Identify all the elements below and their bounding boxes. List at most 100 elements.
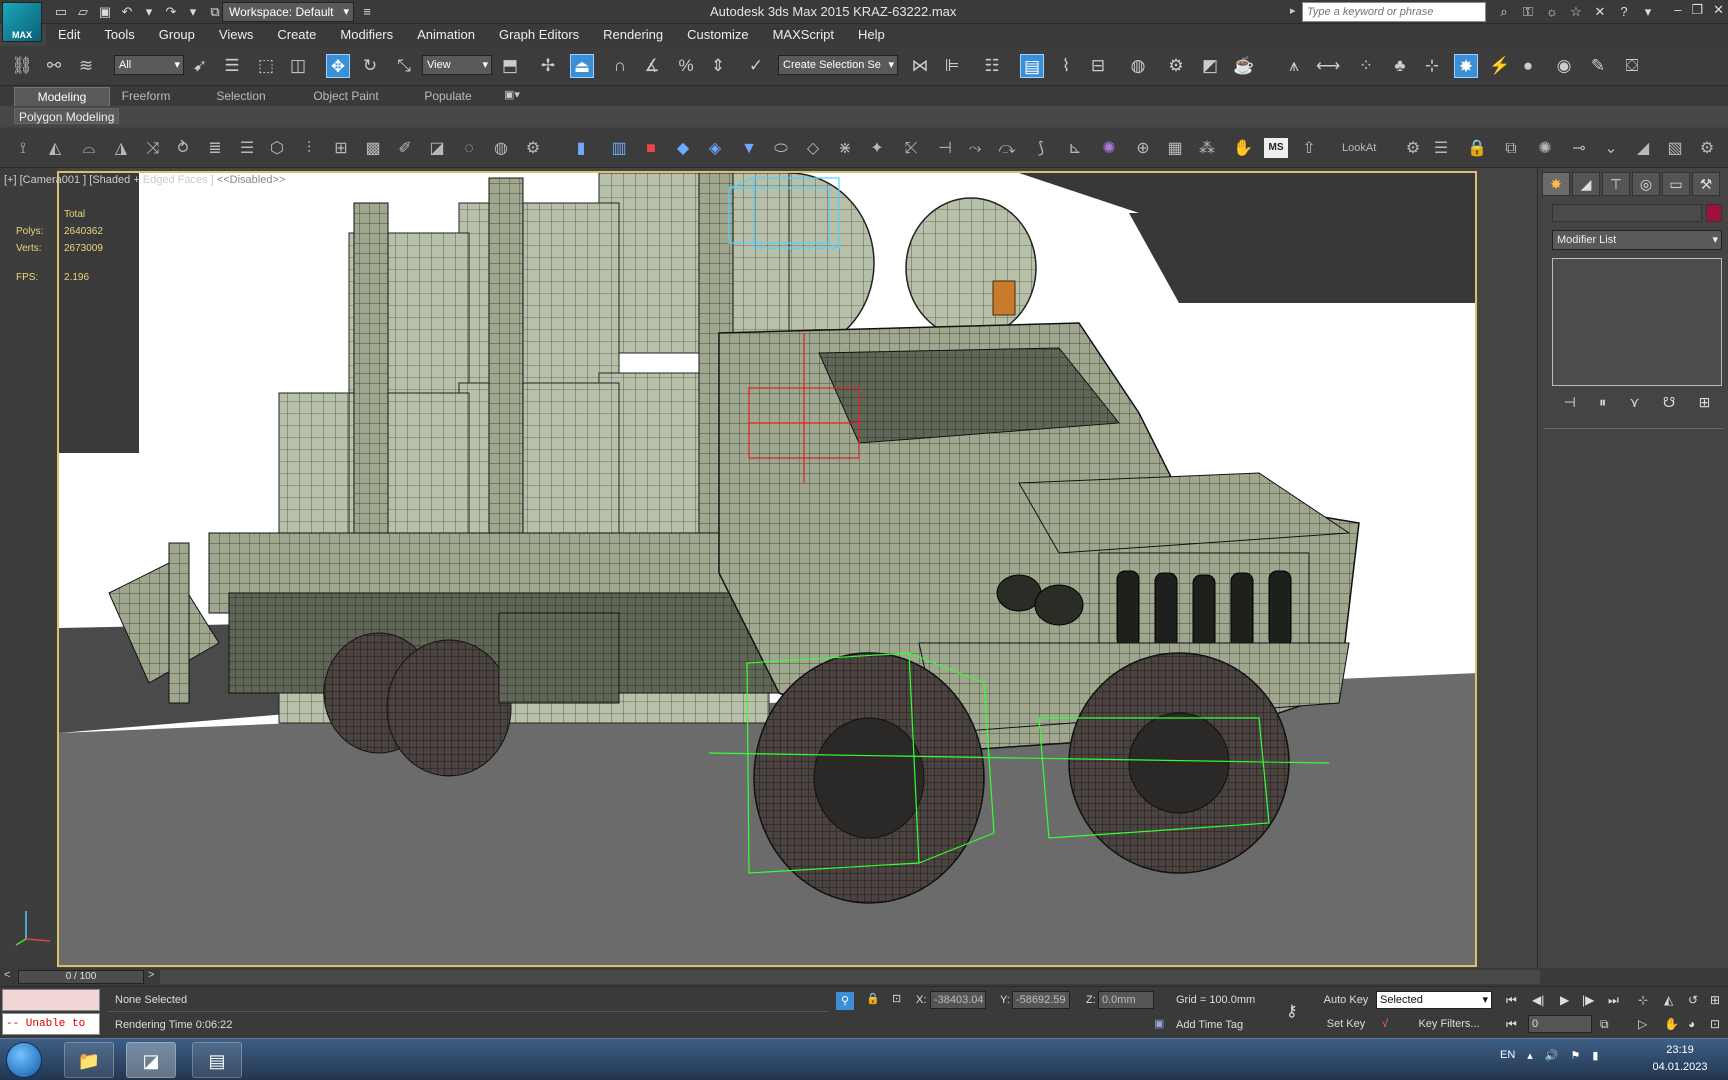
paint-icon[interactable]: ✎: [1586, 54, 1610, 78]
time-prev-icon[interactable]: <: [4, 969, 10, 981]
configure-modifier-sets-icon[interactable]: ⊞: [1699, 394, 1711, 411]
key-mode-toggle-icon[interactable]: ⏮: [1506, 1017, 1517, 1032]
help-dropdown-icon[interactable]: ▾: [1639, 3, 1657, 21]
align-icon[interactable]: ⊫: [940, 54, 964, 78]
maxscript-ms-icon[interactable]: MS: [1264, 138, 1288, 158]
close-icon[interactable]: ✕: [1713, 2, 1724, 18]
tool-pivot-icon[interactable]: ⊸: [1568, 138, 1590, 160]
select-rotate-icon[interactable]: ↻: [358, 54, 382, 78]
mirror-icon[interactable]: ⋈: [908, 54, 932, 78]
tool-tube-icon[interactable]: ▥: [608, 138, 630, 160]
helper-icon[interactable]: ⊹: [1420, 54, 1444, 78]
tab-freeform[interactable]: Freeform: [106, 87, 186, 106]
y-coord-field[interactable]: -58692.59: [1012, 991, 1070, 1009]
exchange-icon[interactable]: ✕: [1591, 3, 1609, 21]
selection-lock-icon[interactable]: 🔒: [866, 992, 880, 1005]
tool-morph-icon[interactable]: ◌: [458, 138, 480, 160]
tool-shell-icon[interactable]: ◭: [44, 138, 66, 160]
angle-snap-icon[interactable]: ∡: [640, 54, 664, 78]
volume-icon[interactable]: 🔊: [1545, 1049, 1559, 1062]
menu-views[interactable]: Views: [207, 24, 265, 46]
motion-tab-icon[interactable]: ◎: [1632, 172, 1660, 196]
save-file-icon[interactable]: ▣: [96, 3, 114, 21]
tool-lattice-icon[interactable]: ⋇: [834, 138, 856, 160]
menu-customize[interactable]: Customize: [675, 24, 760, 46]
select-scale-icon[interactable]: ⤡: [392, 54, 416, 78]
network-icon[interactable]: ⚑: [1571, 1049, 1581, 1062]
create-tab-icon[interactable]: ✸: [1542, 172, 1570, 196]
hierarchy-tab-icon[interactable]: ⊤: [1602, 172, 1630, 196]
viewport-label-main[interactable]: [+] [Camera001 ] [Shaded + Edged Faces ]: [4, 174, 214, 186]
auto-key-button[interactable]: Auto Key: [1320, 990, 1372, 1010]
tree-icon[interactable]: ♣: [1388, 54, 1412, 78]
workspace-dropdown[interactable]: Workspace: Default: [222, 2, 354, 22]
sun-light-icon[interactable]: ✸: [1454, 54, 1478, 78]
tool-target-icon[interactable]: ⊕: [1132, 138, 1154, 160]
tool-layers-icon[interactable]: ☰: [236, 138, 258, 160]
pivot-center-icon[interactable]: ⬒: [498, 54, 522, 78]
open-file-icon[interactable]: ▱: [74, 3, 92, 21]
unlink-icon[interactable]: ⚯: [42, 54, 66, 78]
tool-stack-icon[interactable]: ≣: [204, 138, 226, 160]
measure-icon[interactable]: ⟷: [1316, 54, 1340, 78]
undo-dropdown-icon[interactable]: ▾: [140, 3, 158, 21]
tool-checker-icon[interactable]: ▩: [362, 138, 384, 160]
wand-icon[interactable]: ⚡: [1488, 54, 1512, 78]
create-tool-icon[interactable]: ⩚: [1282, 54, 1306, 78]
utilities-tab-icon[interactable]: ⚒: [1692, 172, 1720, 196]
time-tag-icon[interactable]: ▣: [1154, 1017, 1164, 1030]
tool-cone-icon[interactable]: ▼: [738, 138, 760, 160]
scene-render[interactable]: [59, 173, 1477, 967]
go-to-end-icon[interactable]: ⏭: [1608, 993, 1619, 1008]
display-tab-icon[interactable]: ▭: [1662, 172, 1690, 196]
binoculars-icon[interactable]: ⌕: [1495, 3, 1513, 21]
tool-bend-icon[interactable]: ⌓: [78, 138, 100, 160]
key-filters-button[interactable]: Key Filters...: [1404, 1014, 1494, 1034]
maxscript-listener-input[interactable]: [2, 989, 100, 1011]
z-coord-field[interactable]: 0.0mm: [1098, 991, 1154, 1009]
zoom-extents-icon[interactable]: ⊹: [1638, 993, 1648, 1007]
time-slider[interactable]: 0 / 100: [18, 970, 144, 984]
object-color-swatch[interactable]: [1706, 204, 1722, 222]
orbit-icon[interactable]: ↺: [1688, 993, 1698, 1007]
tool-skew-icon[interactable]: ⤼: [996, 138, 1018, 160]
subscription-icon[interactable]: ☼: [1543, 3, 1561, 21]
x-coord-field[interactable]: -38403.04: [930, 991, 986, 1009]
time-config-icon[interactable]: ⧉: [1600, 1017, 1609, 1032]
tool-twist-icon[interactable]: ⤨: [142, 138, 164, 160]
render-setup-icon[interactable]: ⚙: [1164, 54, 1188, 78]
reference-coordinate-dropdown[interactable]: View: [422, 55, 492, 75]
tab-object-paint[interactable]: Object Paint: [296, 87, 396, 106]
document-app-icon[interactable]: ▤: [192, 1042, 242, 1078]
system-clock[interactable]: 23:19 04.01.2023: [1640, 1042, 1720, 1076]
tool-mirror-icon[interactable]: ⊣: [934, 138, 956, 160]
track-bar[interactable]: [160, 970, 1540, 984]
language-indicator[interactable]: EN: [1500, 1049, 1515, 1062]
plugin-icon[interactable]: ◉: [1552, 54, 1576, 78]
tool-hand-icon[interactable]: ✋: [1232, 138, 1254, 160]
keyword-search-input[interactable]: [1302, 2, 1486, 22]
tool-extrude-icon[interactable]: ⊞: [330, 138, 352, 160]
show-end-result-icon[interactable]: ⏸: [1599, 394, 1606, 411]
redo-dropdown-icon[interactable]: ▾: [184, 3, 202, 21]
particle-icon[interactable]: ⁘: [1354, 54, 1378, 78]
previous-frame-icon[interactable]: ◀|: [1532, 993, 1544, 1007]
file-explorer-icon[interactable]: 📁: [64, 1042, 114, 1078]
tab-modeling[interactable]: Modeling: [14, 87, 110, 106]
tool-disc-icon[interactable]: ⬭: [770, 138, 792, 160]
pin-stack-icon[interactable]: ⊣: [1564, 394, 1576, 411]
make-unique-icon[interactable]: ⋎: [1629, 394, 1639, 411]
key-icon[interactable]: ⚿: [1519, 3, 1537, 21]
menu-maxscript[interactable]: MAXScript: [761, 24, 846, 46]
menu-rendering[interactable]: Rendering: [591, 24, 675, 46]
tray-arrow-icon[interactable]: ▴: [1527, 1049, 1533, 1062]
schematic-view-icon[interactable]: ⊟: [1086, 54, 1110, 78]
tool-symmetry-icon[interactable]: ⫶: [298, 138, 320, 160]
graphite-toggle-icon[interactable]: ▤: [1020, 54, 1044, 78]
time-next-icon[interactable]: >: [148, 969, 154, 981]
tool-settings-icon[interactable]: ✺: [1534, 138, 1556, 160]
tool-hose-icon[interactable]: ⟆: [1030, 138, 1052, 160]
select-move-icon[interactable]: ✥: [326, 54, 350, 78]
tool-gear3-icon[interactable]: ⚙: [1696, 138, 1718, 160]
menu-modifiers[interactable]: Modifiers: [328, 24, 405, 46]
